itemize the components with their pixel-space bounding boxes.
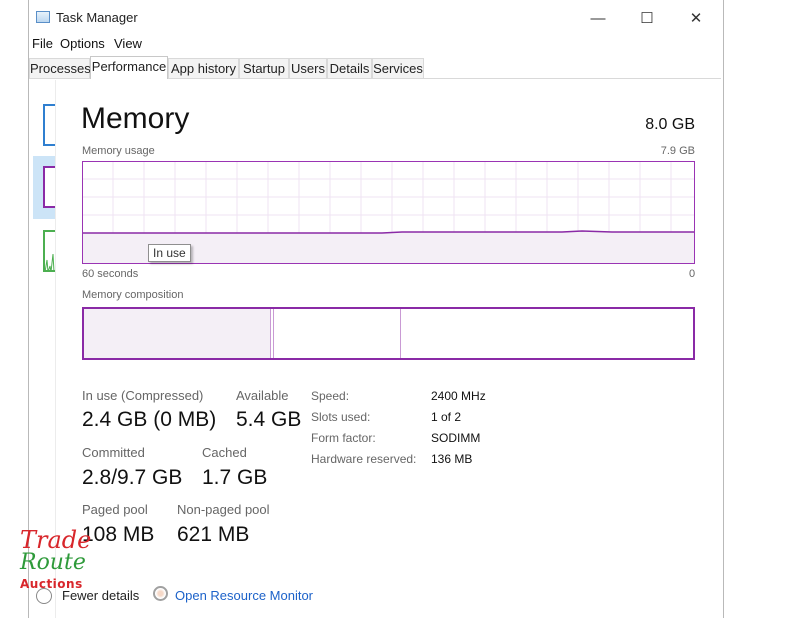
minimize-button[interactable]: — — [575, 4, 621, 32]
page-title: Memory — [81, 102, 190, 135]
tab-performance[interactable]: Performance — [90, 56, 168, 79]
hardware-reserved-value: 136 MB — [431, 452, 473, 466]
sidebar-item-disk[interactable] — [43, 230, 55, 272]
tab-details[interactable]: Details — [327, 58, 372, 78]
paged-pool-value: 108 MB — [82, 523, 155, 546]
slots-used-label: Slots used: — [311, 410, 371, 424]
available-value: 5.4 GB — [236, 408, 302, 431]
logo-line-3: Auctions — [20, 577, 83, 591]
menu-options[interactable]: Options — [60, 36, 105, 51]
non-paged-pool-label: Non-paged pool — [177, 502, 270, 517]
cached-value: 1.7 GB — [202, 466, 268, 489]
resource-monitor-icon — [153, 586, 168, 601]
hardware-reserved-label: Hardware reserved: — [311, 452, 417, 466]
committed-value: 2.8/9.7 GB — [82, 466, 183, 489]
memory-capacity: 8.0 GB — [645, 116, 695, 133]
composition-divider-3 — [400, 309, 401, 358]
speed-label: Speed: — [311, 389, 350, 403]
slots-used-value: 1 of 2 — [431, 410, 462, 424]
composition-divider-2 — [273, 309, 274, 358]
logo-line-1: Trade — [20, 526, 92, 554]
committed-label: Committed — [82, 445, 145, 460]
tab-users[interactable]: Users — [289, 58, 327, 78]
tab-startup[interactable]: Startup — [239, 58, 289, 78]
form-factor-value: SODIMM — [431, 431, 481, 445]
open-resource-monitor-link[interactable]: Open Resource Monitor — [175, 588, 313, 603]
maximize-button[interactable]: ☐ — [624, 4, 670, 32]
tab-processes[interactable]: Processes — [29, 58, 91, 78]
cached-label: Cached — [202, 445, 247, 460]
available-label: Available — [236, 388, 289, 403]
memory-composition-label: Memory composition — [82, 289, 184, 301]
close-button[interactable]: ✕ — [673, 4, 719, 32]
graph-tooltip: In use — [148, 244, 191, 262]
task-manager-app-icon — [36, 11, 50, 23]
tab-services[interactable]: Services — [372, 58, 424, 78]
menu-view[interactable]: View — [114, 36, 142, 51]
composition-in-use — [84, 309, 270, 358]
in-use-value: 2.4 GB (0 MB) — [82, 408, 217, 431]
memory-usage-max: 7.9 GB — [660, 145, 695, 157]
non-paged-pool-value: 621 MB — [177, 523, 250, 546]
memory-composition-bar — [82, 307, 695, 360]
speed-value: 2400 MHz — [431, 389, 486, 403]
in-use-label: In use (Compressed) — [82, 388, 204, 403]
form-factor-label: Form factor: — [311, 431, 376, 445]
window-title: Task Manager — [56, 10, 138, 25]
tab-strip: Processes Performance App history Startu… — [29, 56, 721, 79]
composition-divider-1 — [270, 309, 271, 358]
menu-file[interactable]: File — [32, 36, 53, 51]
graph-time-start: 60 seconds — [82, 268, 139, 280]
trade-route-auctions-logo: Trade Route Auctions — [20, 526, 92, 598]
graph-time-end: 0 — [689, 268, 696, 280]
paged-pool-label: Paged pool — [82, 502, 148, 517]
sidebar-item-cpu[interactable] — [43, 104, 55, 146]
memory-usage-label: Memory usage — [82, 145, 155, 157]
logo-line-2: Route — [20, 550, 86, 575]
tab-app-history[interactable]: App history — [168, 58, 239, 78]
sidebar-memory-thumbnail — [43, 166, 55, 208]
